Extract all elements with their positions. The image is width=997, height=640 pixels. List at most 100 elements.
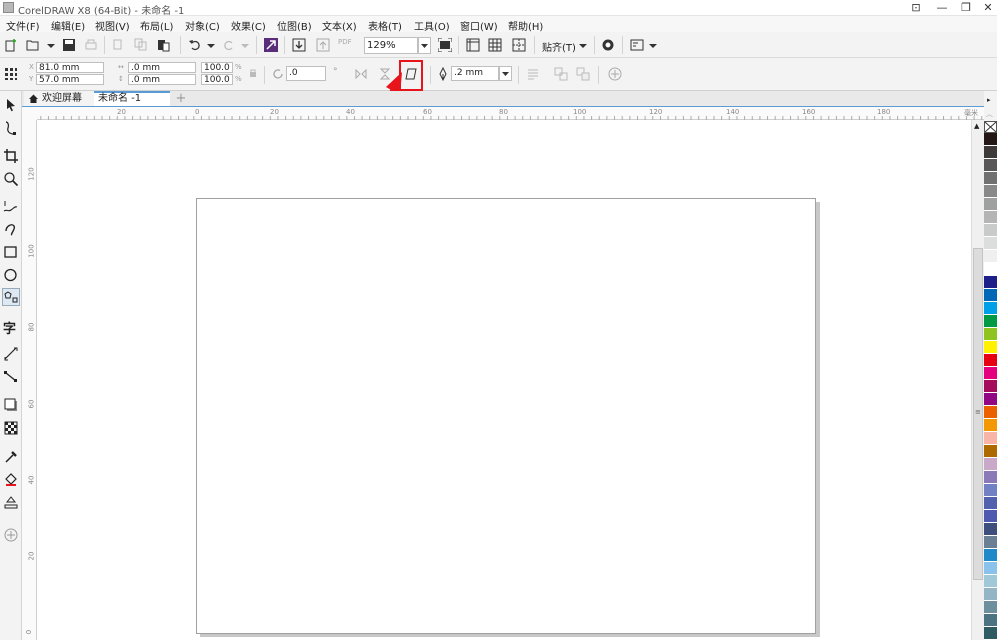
zoom-tool-icon[interactable] (3, 171, 19, 187)
rectangle-tool-icon[interactable] (3, 244, 19, 260)
wrap-text-icon[interactable] (526, 67, 540, 81)
scale-width-field[interactable]: 100.0 (201, 62, 233, 73)
restore-small-icon[interactable]: ⊡ (904, 0, 928, 16)
menu-layout[interactable]: 布局(L) (140, 18, 173, 33)
vertical-ruler[interactable]: 120 100 80 60 40 20 0 (22, 120, 37, 640)
paste-icon[interactable] (156, 38, 170, 52)
color-swatch[interactable] (984, 484, 997, 497)
color-swatch[interactable] (984, 146, 997, 159)
palette-expand-icon[interactable]: ▸ (987, 96, 991, 104)
interactive-fill-tool-icon[interactable] (3, 472, 19, 488)
rotation-angle-field[interactable]: .0 (286, 66, 326, 81)
menu-object[interactable]: 对象(C) (185, 18, 220, 33)
color-swatch[interactable] (984, 471, 997, 484)
rotation-angle-icon[interactable] (271, 67, 285, 81)
color-swatch[interactable] (984, 341, 997, 354)
redo-icon[interactable] (222, 38, 236, 52)
color-swatch[interactable] (984, 523, 997, 536)
parallel-dimension-tool-icon[interactable] (3, 346, 19, 362)
options-gear-icon[interactable] (601, 38, 615, 52)
shape-tool-icon[interactable] (3, 120, 19, 136)
crop-tool-icon[interactable] (3, 148, 19, 164)
x-position-field[interactable]: 81.0 mm (36, 62, 104, 73)
menu-window[interactable]: 窗口(W) (460, 18, 498, 33)
height-field[interactable]: .0 mm (128, 74, 196, 85)
menu-bitmaps[interactable]: 位图(B) (277, 18, 312, 33)
snap-to-dropdown[interactable]: 贴齐(T) (542, 39, 576, 54)
color-swatch[interactable] (984, 458, 997, 471)
color-swatch[interactable] (984, 627, 997, 640)
export-icon[interactable] (316, 38, 330, 52)
open-folder-icon[interactable] (26, 38, 40, 52)
text-tool-icon[interactable]: 字 (3, 318, 16, 337)
width-field[interactable]: .0 mm (128, 62, 196, 73)
color-swatch[interactable] (984, 263, 997, 276)
scale-height-field[interactable]: 100.0 (201, 74, 233, 85)
ellipse-tool-icon[interactable] (3, 267, 19, 283)
color-swatch[interactable] (984, 562, 997, 575)
menu-file[interactable]: 文件(F) (6, 18, 40, 33)
object-origin-icon[interactable] (4, 67, 18, 81)
chevron-down-icon[interactable] (238, 38, 252, 52)
tab-welcome-screen[interactable]: 欢迎屏幕 (24, 91, 94, 106)
color-swatch[interactable] (984, 380, 997, 393)
chevron-down-icon[interactable] (44, 38, 58, 52)
color-swatch[interactable] (984, 588, 997, 601)
pick-tool-icon[interactable] (3, 97, 19, 113)
tab-document[interactable]: 未命名 -1 (94, 91, 170, 106)
new-document-icon[interactable] (4, 38, 18, 52)
color-swatch[interactable] (984, 367, 997, 380)
color-swatch[interactable] (984, 445, 997, 458)
no-color-swatch-icon[interactable] (984, 121, 997, 133)
cut-icon[interactable] (112, 38, 126, 52)
color-swatch[interactable] (984, 289, 997, 302)
ruler-origin-icon[interactable] (22, 107, 37, 120)
zoom-dropdown-button[interactable] (418, 37, 431, 54)
y-position-field[interactable]: 57.0 mm (36, 74, 104, 85)
full-screen-icon[interactable] (438, 38, 452, 52)
color-swatch[interactable] (984, 159, 997, 172)
color-swatch[interactable] (984, 614, 997, 627)
application-launcher-icon[interactable] (630, 38, 644, 52)
color-swatch[interactable] (984, 133, 997, 146)
show-guidelines-icon[interactable] (512, 38, 526, 52)
color-swatch[interactable] (984, 198, 997, 211)
menu-view[interactable]: 视图(V) (95, 18, 130, 33)
minimize-button[interactable]: — (930, 0, 954, 16)
vertical-scrollbar[interactable]: ▲ ≡ (971, 120, 984, 640)
undo-icon[interactable] (188, 38, 202, 52)
artistic-media-tool-icon[interactable] (3, 221, 19, 237)
color-swatch[interactable] (984, 393, 997, 406)
color-swatch[interactable] (984, 302, 997, 315)
outline-width-dropdown[interactable] (499, 66, 512, 81)
smart-fill-tool-icon[interactable] (3, 494, 19, 510)
lock-ratio-icon[interactable] (248, 68, 258, 78)
freehand-tool-icon[interactable] (3, 199, 19, 215)
publish-pdf-button[interactable]: PDF (338, 39, 352, 46)
scroll-up-icon[interactable]: ▲ (974, 122, 979, 130)
chevron-down-icon[interactable] (646, 38, 660, 52)
palette-scroll-up-icon[interactable]: ︿ (986, 109, 993, 119)
color-swatch[interactable] (984, 237, 997, 250)
search-content-icon[interactable] (264, 38, 278, 52)
show-grid-icon[interactable] (488, 38, 502, 52)
color-swatch[interactable] (984, 536, 997, 549)
menu-text[interactable]: 文本(X) (322, 18, 357, 33)
color-swatch[interactable] (984, 406, 997, 419)
color-swatch[interactable] (984, 185, 997, 198)
outline-width-field[interactable]: .2 mm (451, 66, 499, 81)
document-page[interactable] (196, 198, 816, 634)
maximize-button[interactable]: ❐ (954, 0, 978, 16)
chevron-down-icon[interactable] (576, 38, 590, 52)
horizontal-ruler[interactable]: 20 0 20 40 60 80 100 120 140 160 180 毫米 (22, 106, 988, 120)
transparency-tool-icon[interactable] (3, 420, 19, 436)
color-swatch[interactable] (984, 575, 997, 588)
color-swatch[interactable] (984, 250, 997, 263)
color-swatch[interactable] (984, 549, 997, 562)
copy-icon[interactable] (134, 38, 148, 52)
eyedropper-tool-icon[interactable] (3, 449, 19, 465)
show-rulers-icon[interactable] (466, 38, 480, 52)
color-swatch[interactable] (984, 172, 997, 185)
print-icon[interactable] (84, 38, 98, 52)
menu-help[interactable]: 帮助(H) (508, 18, 543, 33)
